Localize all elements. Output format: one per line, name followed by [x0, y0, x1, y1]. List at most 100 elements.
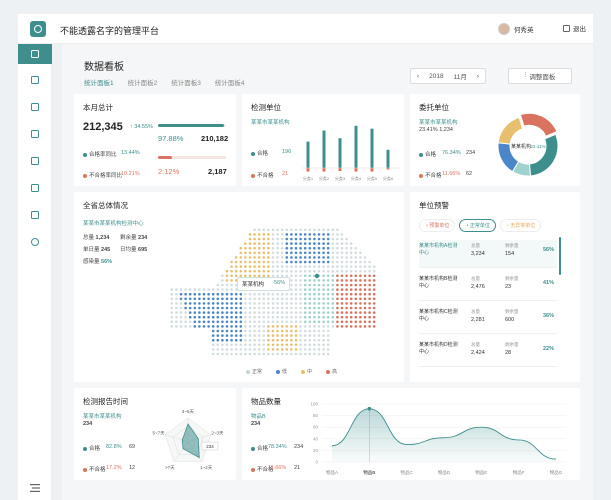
date-picker[interactable]: ‹ 2018 11月 ›	[410, 68, 486, 84]
table-row[interactable]: 某某市机构A检测中心 总量 3,234 剩余量 154 56%	[419, 240, 557, 268]
user-menu[interactable]: 何秀英	[498, 23, 534, 35]
monthly-growth: ↑ 34.55%	[130, 124, 153, 130]
sidebar-item-calendar[interactable]	[27, 99, 43, 115]
report-unit[interactable]: 某某市某某机构	[83, 412, 122, 420]
sidebar-item-kit[interactable]	[27, 72, 43, 88]
app-logo-icon[interactable]	[30, 21, 46, 37]
map-dot	[280, 237, 284, 241]
sidebar-item-book[interactable]	[27, 126, 43, 142]
map-dot	[349, 242, 353, 245]
tab-panel-3[interactable]: 统计面板3	[171, 77, 201, 87]
filter-ok-label: 无异常单位	[510, 223, 536, 229]
inspect-unit[interactable]: 某某市某某机构	[251, 118, 290, 126]
items-unit[interactable]: 物品B	[251, 412, 266, 420]
avatar[interactable]	[498, 23, 510, 35]
peak-point[interactable]	[367, 406, 372, 411]
map-dot	[271, 233, 275, 236]
map-dot	[368, 260, 371, 264]
tab-panel-2[interactable]: 统计面板2	[128, 77, 158, 87]
alert-scrollbar[interactable]	[559, 237, 561, 275]
map-dot	[271, 265, 275, 268]
map-dot	[248, 325, 252, 328]
map-dot	[285, 265, 289, 268]
filter-ok[interactable]: ◔ 无异常单位	[499, 219, 542, 232]
table-row[interactable]: 某某市机构D检测中心 总量 2,424 剩余量 28 22%	[419, 339, 557, 367]
map-dot	[262, 320, 266, 324]
map-dot	[368, 265, 371, 268]
map-dot	[248, 348, 252, 351]
logout-icon	[563, 24, 570, 32]
map-dot	[326, 246, 330, 250]
delegate-unit[interactable]: 某某市某某机构	[419, 118, 458, 126]
sidebar-item-settings[interactable]	[27, 234, 43, 250]
top-bar: 不能透露名字的管理平台 何秀英 退出	[18, 14, 593, 44]
table-row[interactable]: 某某市机构B检测中心 总量 2,476 剩余量 23 41%	[419, 273, 557, 301]
adjust-panel-button[interactable]: ⫶ 调整面板	[508, 68, 572, 84]
map-dot	[303, 352, 307, 356]
map-dot	[363, 320, 367, 324]
sidebar-item-shield[interactable]	[27, 153, 43, 169]
prev-month-icon[interactable]: ‹	[417, 73, 419, 80]
map-dot	[326, 348, 330, 351]
map-dot	[271, 246, 275, 250]
map-dot	[317, 288, 321, 291]
map-dot	[175, 288, 178, 291]
map-dot	[290, 269, 293, 273]
sidebar-collapse[interactable]	[27, 480, 43, 496]
map-dot	[276, 348, 279, 351]
delegate-fail: 62	[466, 171, 473, 177]
table-row[interactable]: 某某市机构C检测中心 总量 2,281 剩余量 600 36%	[419, 306, 557, 334]
map-dot	[322, 274, 325, 278]
sidebar-item-chart[interactable]	[27, 207, 43, 223]
tab-panel-4[interactable]: 统计面板4	[215, 77, 245, 87]
map-dot	[207, 311, 210, 314]
logout-button[interactable]: 退出	[563, 23, 586, 33]
map-dot	[354, 302, 358, 305]
legend-low-icon	[276, 369, 281, 374]
map-dot	[257, 297, 261, 301]
map-dot	[248, 265, 252, 268]
map-dot	[257, 334, 261, 337]
map-dot	[345, 325, 348, 328]
x-tick-5: 物品F	[513, 469, 525, 476]
map-dot	[230, 311, 233, 314]
map-dot	[294, 233, 298, 236]
filter-warning[interactable]: ◔ 预警单位	[419, 219, 456, 232]
province-center[interactable]: 某某市某某机构检测中心	[83, 219, 144, 227]
map-dot	[230, 325, 233, 328]
map-dot	[216, 334, 220, 337]
map-dot	[225, 279, 229, 282]
map-dot	[340, 283, 344, 287]
map-dot	[280, 256, 284, 259]
map-dot	[179, 306, 183, 310]
map-dot	[239, 325, 243, 328]
inspect-pass-row: 合格	[251, 149, 268, 157]
map-dot	[234, 292, 238, 296]
map-dot	[276, 338, 279, 342]
next-month-icon[interactable]: ›	[477, 73, 479, 80]
map-dot	[253, 237, 256, 241]
map-dot	[267, 265, 270, 268]
map-dot	[267, 329, 270, 333]
map-dot	[290, 283, 293, 287]
map-dot	[372, 274, 376, 278]
map-dot	[303, 256, 307, 259]
map-dot	[267, 228, 270, 232]
map-dot	[211, 311, 215, 314]
report-title: 检测报告时间	[83, 397, 128, 406]
filter-normal[interactable]: ◔ 正常单位	[459, 219, 496, 232]
map-dot	[239, 329, 243, 333]
map-marker-icon[interactable]	[314, 273, 320, 279]
map-dot	[211, 288, 215, 291]
map-dot	[294, 329, 298, 333]
map-dot	[257, 306, 261, 310]
map-dot	[359, 320, 362, 324]
sidebar-item-dashboard[interactable]	[18, 44, 52, 64]
map-dot	[230, 274, 233, 278]
sidebar-item-folder[interactable]	[27, 180, 43, 196]
map-dot	[179, 302, 183, 305]
map-dot	[234, 269, 238, 273]
map-dot	[257, 256, 261, 259]
map-dot	[290, 260, 293, 264]
tab-panel-1[interactable]: 统计面板1	[84, 77, 114, 87]
